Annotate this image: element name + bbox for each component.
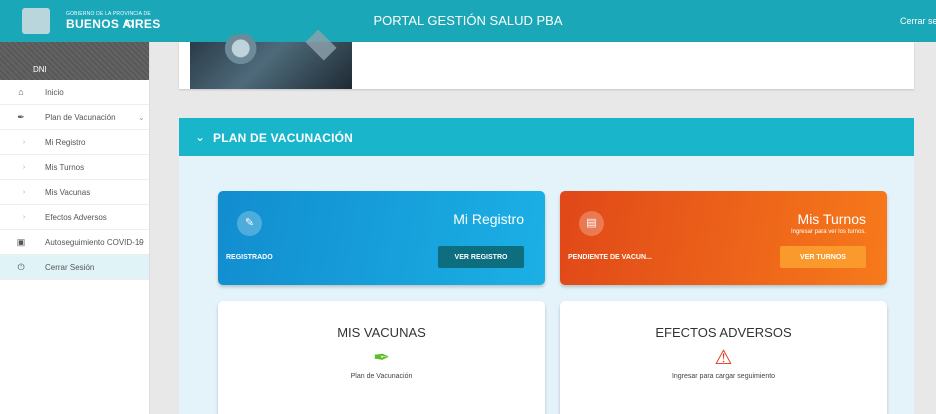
sidebar-item-label: Inicio — [45, 87, 64, 97]
warning-icon: ⚠ — [714, 347, 733, 369]
sidebar-item-label: Mis Turnos — [45, 162, 85, 172]
mis-vacunas-title: MIS VACUNAS — [337, 325, 426, 340]
sidebar-item-mis-turnos[interactable]: › Mis Turnos — [0, 155, 149, 180]
sidebar-item-mi-registro[interactable]: › Mi Registro — [0, 130, 149, 155]
user-dni-label: DNI — [33, 65, 47, 74]
ver-registro-button[interactable]: VER REGISTRO — [438, 246, 524, 268]
sidebar-item-label: Mi Registro — [45, 137, 86, 147]
sidebar-item-label: Autoseguimiento COVID-19 — [45, 237, 144, 247]
chevron-right-icon: › — [22, 213, 26, 221]
ver-turnos-button[interactable]: VER TURNOS — [780, 246, 866, 268]
portal-title: PORTAL GESTIÓN SALUD PBA — [373, 13, 563, 28]
sidebar-item-plan-vacunacion[interactable]: ✒ Plan de Vacunación ⌄ — [0, 105, 149, 130]
mis-turnos-subtitle: Ingresar para ver los turnos. — [790, 229, 866, 235]
edit-icon: ✎ — [237, 211, 262, 236]
chevron-down-icon: ⌄ — [195, 130, 206, 144]
efectos-adversos-card[interactable]: EFECTOS ADVERSOS ⚠ Ingresar para cargar … — [560, 301, 887, 414]
sidebar-item-autoseguimiento[interactable]: ▣ Autoseguimiento COVID-19 › — [0, 230, 149, 255]
chevron-down-icon: ⌄ — [138, 112, 145, 122]
plan-vacunacion-title: PLAN DE VACUNACIÓN — [213, 131, 354, 145]
top-bar: GOBIERNO DE LA PROVINCIA DE BUENOS AIRES… — [0, 0, 936, 42]
sidebar-item-label: Cerrar Sesión — [45, 262, 95, 272]
plan-vacunacion-header[interactable]: ⌄ PLAN DE VACUNACIÓN — [179, 118, 914, 156]
sidebar-user-header: DNI — [0, 42, 149, 80]
sidebar-item-label: Plan de Vacunación — [45, 112, 116, 122]
sidebar-item-efectos-adversos[interactable]: › Efectos Adversos — [0, 205, 149, 230]
chevron-right-icon: › — [22, 138, 26, 146]
logout-link[interactable]: Cerrar sesi — [900, 16, 936, 26]
mis-vacunas-card[interactable]: MIS VACUNAS ✒ Plan de Vacunación — [218, 301, 545, 414]
efectos-adversos-title: EFECTOS ADVERSOS — [655, 325, 792, 340]
mis-vacunas-subtitle: Plan de Vacunación — [350, 373, 413, 380]
registro-status: REGISTRADO — [226, 254, 273, 261]
syringe-icon: ✒ — [373, 347, 390, 369]
sidebar: DNI ⌂ Inicio ✒ Plan de Vacunación ⌄ › Mi… — [0, 42, 150, 414]
stethoscope-image — [190, 29, 352, 89]
sidebar-item-inicio[interactable]: ⌂ Inicio — [0, 80, 149, 105]
stethoscope-icon — [220, 34, 266, 66]
chevron-right-icon: › — [22, 188, 26, 196]
mis-turnos-title: Mis Turnos — [797, 211, 866, 227]
calendar-icon: ▣ — [16, 236, 26, 247]
sidebar-item-label: Mis Vacunas — [45, 187, 91, 197]
syringe-icon: ✒ — [17, 111, 25, 122]
sidebar-item-label: Efectos Adversos — [45, 212, 107, 222]
mi-registro-title: Mi Registro — [453, 211, 524, 227]
mis-turnos-card: ▤ Mis Turnos Ingresar para ver los turno… — [560, 191, 887, 285]
hero-banner — [179, 29, 914, 89]
sidebar-item-cerrar-sesion[interactable]: ⏻ Cerrar Sesión — [0, 255, 149, 280]
plan-vacunacion-panel: ⌄ PLAN DE VACUNACIÓN ✎ Mi Registro REGIS… — [179, 118, 914, 414]
chevron-right-icon: › — [138, 237, 141, 247]
power-icon: ⏻ — [17, 261, 25, 272]
home-icon: ⌂ — [18, 87, 24, 97]
calendar-icon: ▤ — [579, 211, 604, 236]
chevron-right-icon: › — [22, 163, 26, 171]
efectos-adversos-subtitle: Ingresar para cargar seguimiento — [671, 373, 776, 380]
turnos-status: PENDIENTE DE VACUN... — [568, 254, 652, 261]
mi-registro-card: ✎ Mi Registro REGISTRADO VER REGISTRO — [218, 191, 545, 285]
sidebar-item-mis-vacunas[interactable]: › Mis Vacunas — [0, 180, 149, 205]
